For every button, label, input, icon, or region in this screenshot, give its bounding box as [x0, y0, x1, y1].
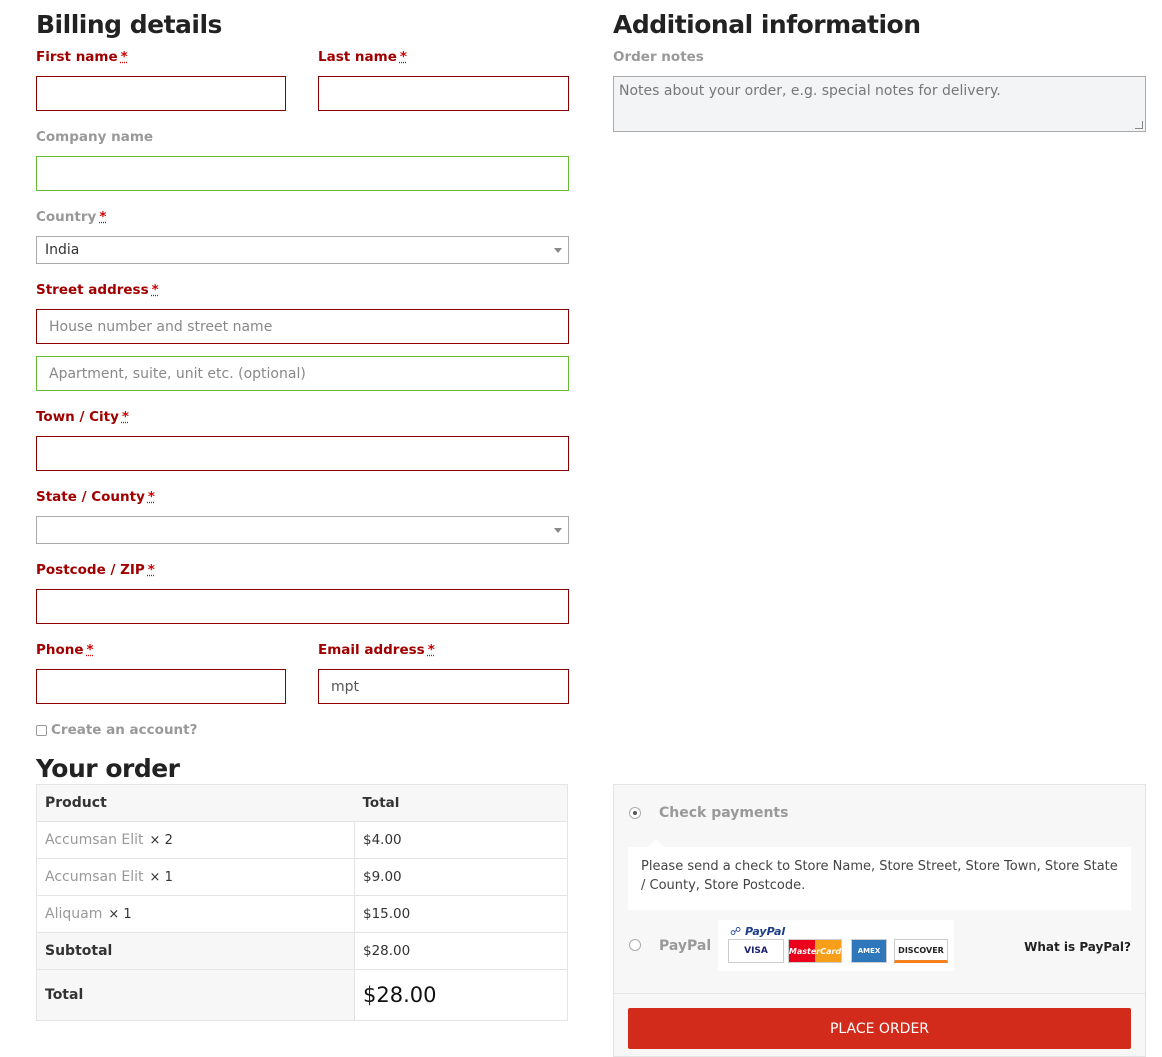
create-account-checkbox[interactable] [36, 724, 47, 736]
col-product-header: Product [36, 784, 355, 822]
visa-card-icon: VISA [728, 939, 784, 963]
city-input[interactable] [37, 437, 568, 470]
last-name-input[interactable] [319, 77, 568, 110]
total-value: $28.00 [354, 969, 568, 1021]
state-label: State / County * [36, 489, 155, 505]
city-label: Town / City * [36, 409, 129, 425]
street-input-2[interactable] [37, 357, 568, 390]
email-field[interactable] [318, 669, 569, 704]
product-qty: × 1 [108, 907, 132, 922]
check-payment-radio[interactable] [629, 807, 641, 819]
product-name: Accumsan Elit [45, 869, 144, 885]
check-payment-label[interactable]: Check payments [659, 805, 788, 821]
phone-input[interactable] [37, 670, 285, 703]
what-is-paypal-link[interactable]: What is PayPal? [1024, 940, 1131, 954]
email-label: Email address * [318, 642, 435, 658]
order-notes-label: Order notes [613, 49, 704, 65]
total-row: Total $28.00 [36, 969, 568, 1021]
company-field[interactable] [36, 156, 569, 191]
paypal-logos: ☍ PayPal VISA MasterCard AMEX DISCOVER [718, 920, 954, 971]
last-name-label: Last name * [318, 49, 407, 65]
product-name: Aliquam [45, 906, 103, 922]
table-header-row: Product Total [36, 784, 568, 822]
product-qty: × 2 [149, 833, 173, 848]
postcode-label: Postcode / ZIP * [36, 562, 155, 578]
mastercard-icon: MasterCard [788, 939, 842, 963]
table-row: Accumsan Elit × 1 $9.00 [36, 858, 568, 896]
last-name-field[interactable] [318, 76, 569, 111]
billing-title: Billing details [36, 10, 222, 39]
order-title: Your order [36, 754, 180, 783]
product-qty: × 1 [149, 870, 173, 885]
place-order-button[interactable]: PLACE ORDER [628, 1008, 1131, 1049]
amex-card-icon: AMEX [851, 939, 887, 963]
total-label: Total [36, 969, 355, 1021]
country-label: Country * [36, 209, 107, 225]
street-input-1[interactable] [37, 310, 568, 343]
first-name-field[interactable] [36, 76, 286, 111]
postcode-input[interactable] [37, 590, 568, 623]
state-select[interactable] [36, 516, 569, 544]
product-total: $4.00 [354, 821, 568, 859]
first-name-label: First name * [36, 49, 128, 65]
country-selected-value: India [45, 242, 80, 258]
city-field[interactable] [36, 436, 569, 471]
company-input[interactable] [37, 157, 568, 190]
paypal-label[interactable]: PayPal [659, 938, 711, 954]
product-total: $15.00 [354, 895, 568, 933]
col-total-header: Total [354, 784, 568, 822]
check-payment-description: Please send a check to Store Name, Store… [628, 839, 1131, 910]
street-label: Street address * [36, 282, 159, 298]
order-notes-textarea[interactable] [614, 77, 1145, 131]
create-account-label: Create an account? [51, 722, 198, 738]
phone-field[interactable] [36, 669, 286, 704]
table-row: Aliquam × 1 $15.00 [36, 895, 568, 933]
table-row: Accumsan Elit × 2 $4.00 [36, 821, 568, 859]
company-label: Company name [36, 129, 154, 145]
additional-title: Additional information [613, 10, 921, 39]
payment-box: Check payments Please send a check to St… [613, 784, 1146, 1057]
create-account-row[interactable]: Create an account? [36, 722, 197, 738]
chevron-down-icon [554, 248, 562, 253]
country-select[interactable]: India [36, 236, 569, 264]
subtotal-value: $28.00 [354, 932, 568, 970]
paypal-radio[interactable] [629, 939, 641, 951]
order-table: Product Total Accumsan Elit × 2 $4.00 Acc… [36, 784, 568, 1021]
chevron-down-icon [554, 528, 562, 533]
product-name: Accumsan Elit [45, 832, 144, 848]
email-input[interactable] [319, 670, 568, 703]
subtotal-label: Subtotal [36, 932, 355, 970]
discover-card-icon: DISCOVER [894, 939, 948, 963]
product-total: $9.00 [354, 858, 568, 896]
subtotal-row: Subtotal $28.00 [36, 932, 568, 970]
street-field-1[interactable] [36, 309, 569, 344]
order-notes-field[interactable] [613, 76, 1146, 132]
phone-label: Phone * [36, 642, 94, 658]
divider [614, 993, 1145, 994]
paypal-logo: ☍ PayPal [730, 925, 786, 938]
first-name-input[interactable] [37, 77, 285, 110]
postcode-field[interactable] [36, 589, 569, 624]
resize-handle-icon[interactable] [1135, 121, 1143, 129]
street-field-2[interactable] [36, 356, 569, 391]
